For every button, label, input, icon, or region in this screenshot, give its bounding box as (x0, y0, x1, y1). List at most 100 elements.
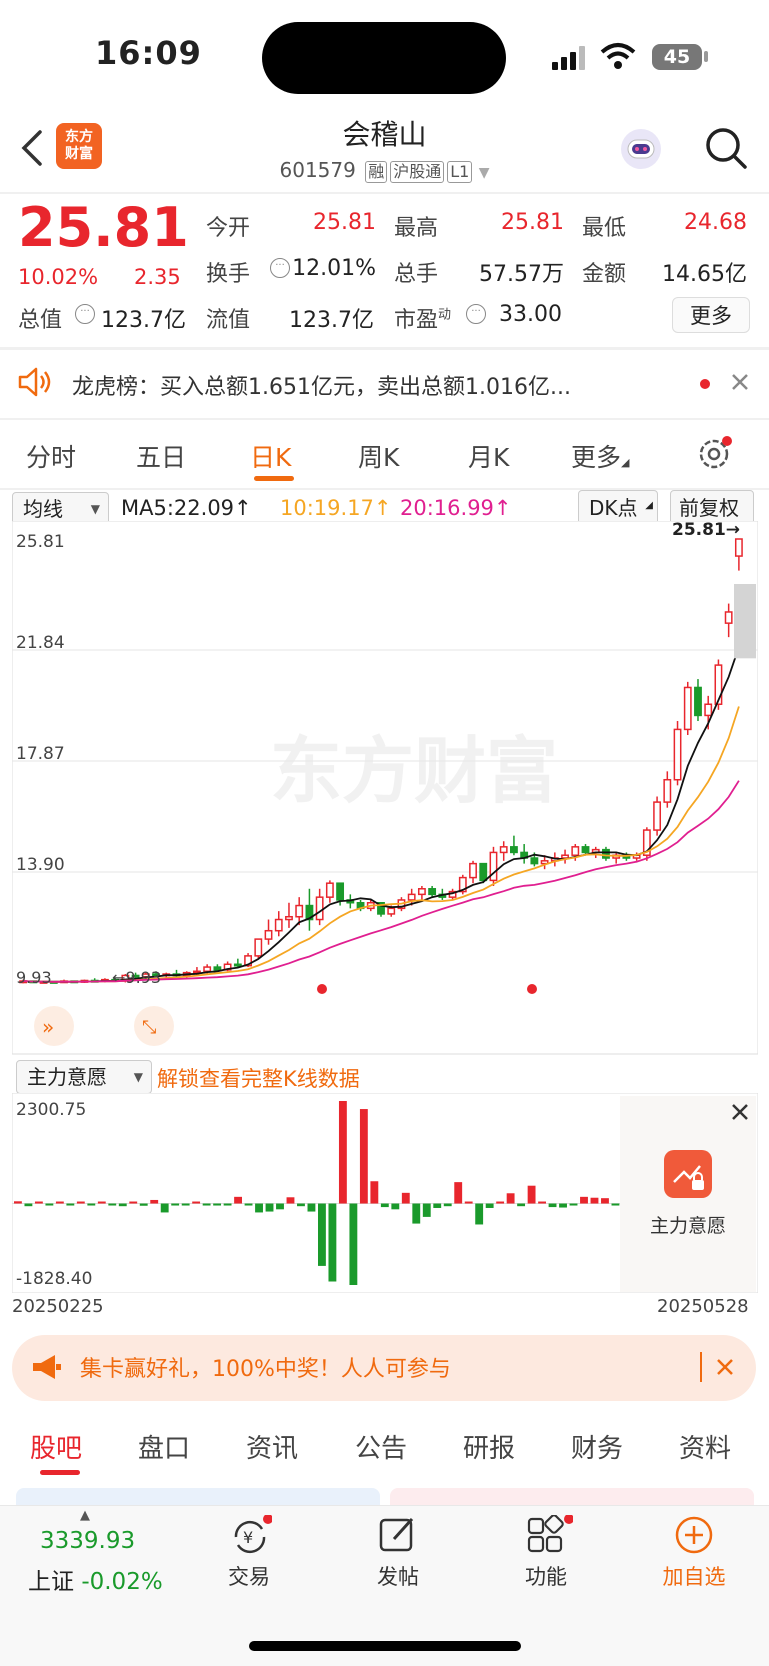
candle-body (561, 854, 569, 859)
quote-label[interactable]: 流值 (206, 302, 250, 334)
fund-overlay-label: 主力意愿 (649, 1215, 726, 1237)
info-icon[interactable]: ··· (270, 258, 290, 278)
tab-announcements[interactable]: 公告 (355, 1428, 407, 1465)
tab-guba[interactable]: 股吧 (30, 1428, 82, 1465)
candle-body (694, 686, 702, 717)
change-pct: 10.02% (18, 265, 99, 289)
tab-monthly-k[interactable]: 月K (468, 438, 509, 474)
info-icon[interactable]: ··· (466, 304, 486, 324)
dropdown-icon: ▼ (478, 165, 490, 181)
battery-cap (704, 51, 708, 62)
quote-label[interactable]: 换手 (206, 256, 250, 288)
quote-label[interactable]: 总值 (18, 302, 62, 334)
tab-five-day[interactable]: 五日 (136, 438, 186, 474)
fund-bar (108, 1203, 117, 1206)
promo-separator (700, 1352, 702, 1382)
fund-bar (559, 1203, 567, 1208)
info-icon[interactable]: ··· (75, 304, 95, 324)
fund-indicator-select[interactable]: 主力意愿 ▼ (16, 1060, 152, 1094)
candle-body (336, 882, 345, 901)
unlock-link[interactable]: 解锁查看完整K线数据 (157, 1063, 360, 1093)
fund-bar (464, 1201, 473, 1204)
candle-body (734, 538, 743, 557)
function-icon[interactable] (527, 1514, 574, 1559)
quote-label: 最高 (394, 216, 439, 241)
trade-icon[interactable]: ¥ (228, 1514, 273, 1563)
fund-bar (422, 1203, 431, 1217)
tag-margin: 融 (365, 161, 388, 183)
index-value[interactable]: 3339.93 (40, 1528, 135, 1554)
fund-bar (307, 1203, 316, 1212)
nav-function-label: 功能 (525, 1565, 567, 1589)
candle-body (663, 778, 672, 803)
tab-finance[interactable]: 财务 (571, 1428, 623, 1465)
post-icon[interactable] (378, 1515, 418, 1559)
candle-body (530, 857, 539, 865)
fund-lock-icon (664, 1150, 712, 1198)
tab-intraday[interactable]: 分时 (26, 438, 76, 474)
expand-icon: ⤡ (142, 1017, 156, 1038)
home-indicator (249, 1641, 521, 1651)
candle-body (387, 907, 396, 915)
current-price: 25.81 (18, 196, 189, 259)
fund-bar (412, 1203, 421, 1224)
index-name: 上证 (28, 1569, 74, 1595)
tab-daily-k[interactable]: 日K (250, 438, 291, 474)
event-marker (317, 984, 327, 994)
status-time: 16:09 (95, 34, 202, 72)
candle-body (571, 846, 580, 856)
close-icon[interactable] (730, 372, 750, 396)
tag-connect: 沪股通 (390, 161, 445, 183)
quote-label[interactable]: 市盈动 (394, 302, 451, 334)
double-chevron-icon: » (42, 1015, 54, 1039)
fund-overlay-close-icon[interactable] (730, 1102, 750, 1126)
dk-point-arrow-icon: ◢ (645, 500, 653, 511)
tab-more[interactable]: 更多◢ (571, 438, 629, 474)
promo-close-icon[interactable] (715, 1357, 735, 1381)
quote-label: 今开 (206, 216, 251, 241)
fund-y-max-label: 2300.75 (16, 1100, 86, 1120)
candle-body (602, 848, 610, 859)
candle-body (274, 918, 283, 932)
fund-indicator-label: 主力意愿 (27, 1065, 107, 1089)
quote-value: 14.65亿 (662, 262, 747, 287)
more-button[interactable]: 更多 (672, 297, 750, 333)
tab-news[interactable]: 资讯 (246, 1428, 298, 1465)
candle-body (510, 846, 518, 854)
tab-research[interactable]: 研报 (463, 1428, 515, 1465)
add-watchlist-icon[interactable] (674, 1515, 714, 1559)
fund-bar (97, 1201, 106, 1204)
fund-bar (150, 1199, 159, 1204)
tab-weekly-k[interactable]: 周K (358, 438, 399, 474)
fund-bar (244, 1203, 253, 1206)
kline-chart[interactable]: 东方财富 25.81 21.84 17.87 13.90 25.81→ 9.93 ←9.93 »… (12, 521, 758, 1055)
fund-bar (66, 1203, 75, 1206)
fund-bar (24, 1203, 33, 1207)
tab-pankou[interactable]: 盘口 (138, 1428, 190, 1465)
wifi-icon (600, 42, 636, 74)
index-summary[interactable]: 上证 -0.02% (28, 1562, 163, 1596)
dragon-tiger-banner[interactable]: 龙虎榜：买入总额1.651亿元，卖出总额1.016亿... (72, 369, 571, 401)
fund-bar (318, 1203, 326, 1266)
fund-bar (118, 1203, 127, 1207)
notice-dot (700, 379, 710, 389)
fund-y-min-label: -1828.40 (16, 1269, 92, 1289)
fund-bar (443, 1203, 452, 1207)
quote-divider (0, 347, 769, 350)
x-end-date: 20250528 (657, 1296, 749, 1317)
tab-profile[interactable]: 资料 (679, 1428, 731, 1465)
fund-bar (181, 1203, 190, 1206)
fund-bar (391, 1203, 400, 1210)
indicator-select-label: 均线 (23, 497, 63, 521)
fund-bar (454, 1182, 463, 1204)
fund-bar (234, 1196, 242, 1204)
y-tick-label: 13.90 (16, 855, 65, 875)
fund-bar (192, 1201, 201, 1204)
settings-icon[interactable] (696, 432, 736, 476)
robot-assistant-icon[interactable] (618, 126, 664, 176)
search-icon[interactable] (704, 126, 748, 174)
fund-bar (265, 1203, 274, 1212)
fund-bar (569, 1203, 578, 1206)
candle-body (407, 893, 416, 901)
stock-code: 601579 (279, 158, 356, 182)
